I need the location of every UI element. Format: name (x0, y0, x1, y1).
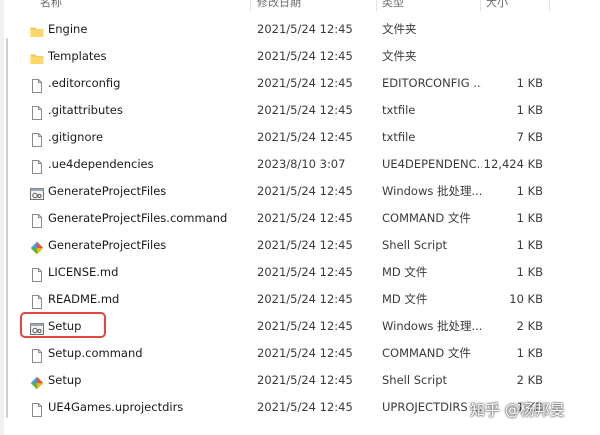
file-row[interactable]: Engine 2021/5/24 12:45 文件夹 (0, 16, 600, 43)
file-icon (30, 130, 44, 147)
file-row[interactable]: .editorconfig 2021/5/24 12:45 EDITORCONFIG… (0, 70, 600, 97)
column-header-name[interactable]: 名称 (40, 0, 62, 11)
file-name: UE4Games.uprojectdirs (48, 400, 184, 414)
file-type: Windows 批处理... (382, 184, 482, 198)
shell-script-icon (30, 373, 44, 390)
file-type: Shell Script (382, 238, 448, 252)
file-row[interactable]: LICENSE.md 2021/5/24 12:45 MD 文件 1 KB (0, 259, 600, 286)
file-row[interactable]: GenerateProjectFiles.command 2021/5/24 12… (0, 205, 600, 232)
file-size: 2 KB (516, 319, 543, 333)
folder-icon (30, 49, 44, 64)
file-size: 2 KB (516, 373, 543, 387)
file-type: MD 文件 (382, 265, 428, 279)
file-date-modified: 2021/5/24 12:45 (257, 292, 353, 306)
column-divider[interactable] (250, 0, 251, 11)
file-name: GenerateProjectFiles.command (48, 211, 228, 225)
file-date-modified: 2023/8/10 3:07 (257, 157, 346, 171)
shell-script-icon (30, 238, 44, 255)
file-icon (30, 103, 44, 120)
file-date-modified: 2021/5/24 12:45 (257, 238, 353, 252)
file-row[interactable]: GenerateProjectFiles 2021/5/24 12:45 Shell… (0, 232, 600, 259)
file-size: 1 KB (516, 184, 543, 198)
file-date-modified: 2021/5/24 12:45 (257, 22, 353, 36)
file-date-modified: 2021/5/24 12:45 (257, 211, 353, 225)
file-date-modified: 2021/5/24 12:45 (257, 130, 353, 144)
column-header-row: 名称 修改日期 类型 大小 (0, 0, 600, 11)
file-size: 1 KB (516, 265, 543, 279)
file-name: .gitattributes (48, 103, 123, 117)
file-row[interactable]: .ue4dependencies 2023/8/10 3:07 UE4DEPENDE… (0, 151, 600, 178)
file-name: .ue4dependencies (48, 157, 154, 171)
file-date-modified: 2021/5/24 12:45 (257, 184, 353, 198)
file-size (470, 16, 543, 43)
file-type: txtfile (382, 103, 416, 117)
file-name: .gitignore (48, 130, 104, 144)
file-type: UPROJECTDIRS ... (382, 400, 482, 414)
file-date-modified: 2021/5/24 12:45 (257, 265, 353, 279)
column-divider[interactable] (480, 0, 481, 11)
column-header-type[interactable]: 类型 (382, 0, 404, 11)
file-row[interactable]: .gitattributes 2021/5/24 12:45 txtfile 1 KB (0, 97, 600, 124)
file-type: COMMAND 文件 (382, 346, 471, 360)
file-size (470, 43, 543, 70)
file-name: Templates (48, 49, 107, 63)
file-row[interactable]: .gitignore 2021/5/24 12:45 txtfile 7 KB (0, 124, 600, 151)
file-row[interactable]: Setup 2021/5/24 12:45 Shell Script 2 KB (0, 367, 600, 394)
file-icon (30, 346, 44, 363)
file-name: GenerateProjectFiles (48, 184, 167, 198)
file-type: Windows 批处理... (382, 319, 482, 333)
file-row[interactable]: README.md 2021/5/24 12:45 MD 文件 10 KB (0, 286, 600, 313)
file-type: EDITORCONFIG ... (382, 76, 482, 90)
file-name: README.md (48, 292, 120, 306)
file-type: 文件夹 (382, 22, 417, 36)
file-row[interactable]: Setup.command 2021/5/24 12:45 COMMAND 文件 1 … (0, 340, 600, 367)
file-list: Engine 2021/5/24 12:45 文件夹 Templates 2021/5/… (0, 16, 600, 421)
column-header-date[interactable]: 修改日期 (257, 0, 301, 11)
file-name: GenerateProjectFiles (48, 238, 167, 252)
watermark: 知乎 @杨邦旻 (470, 401, 565, 419)
file-type: txtfile (382, 130, 416, 144)
file-name: .editorconfig (48, 76, 121, 90)
file-icon (30, 211, 44, 228)
file-icon (30, 400, 44, 417)
file-icon (30, 265, 44, 282)
file-date-modified: 2021/5/24 12:45 (257, 400, 353, 414)
file-date-modified: 2021/5/24 12:45 (257, 346, 353, 360)
file-row[interactable]: GenerateProjectFiles 2021/5/24 12:45 Windo… (0, 178, 600, 205)
column-header-size[interactable]: 大小 (486, 0, 508, 11)
file-explorer-window: 名称 修改日期 类型 大小 Engine 2021/5/24 12:45 文件夹 Te… (0, 0, 600, 435)
file-name: Setup (48, 373, 82, 387)
column-divider[interactable] (549, 0, 550, 11)
file-size: 10 KB (509, 292, 543, 306)
file-type: MD 文件 (382, 292, 428, 306)
file-icon (30, 76, 44, 93)
folder-icon (30, 22, 44, 37)
file-name: Engine (48, 22, 88, 36)
file-date-modified: 2021/5/24 12:45 (257, 373, 353, 387)
highlight-box (20, 312, 106, 338)
file-name: LICENSE.md (48, 265, 119, 279)
column-divider[interactable] (376, 0, 377, 11)
file-size: 1 KB (516, 238, 543, 252)
file-type: UE4DEPENDENC... (382, 157, 482, 171)
file-icon (30, 157, 44, 174)
file-type: Shell Script (382, 373, 448, 387)
file-name: Setup.command (48, 346, 143, 360)
file-size: 7 KB (516, 130, 543, 144)
file-size: 1 KB (516, 76, 543, 90)
file-date-modified: 2021/5/24 12:45 (257, 103, 353, 117)
file-icon (30, 292, 44, 309)
file-type: COMMAND 文件 (382, 211, 471, 225)
file-row[interactable]: Templates 2021/5/24 12:45 文件夹 (0, 43, 600, 70)
file-date-modified: 2021/5/24 12:45 (257, 49, 353, 63)
file-type: 文件夹 (382, 49, 417, 63)
file-size: 1 KB (516, 103, 543, 117)
batch-file-icon (30, 184, 44, 200)
file-size: 1 KB (516, 346, 543, 360)
file-date-modified: 2021/5/24 12:45 (257, 76, 353, 90)
file-size: 1 KB (516, 211, 543, 225)
file-size: 12,424 KB (483, 157, 543, 171)
file-date-modified: 2021/5/24 12:45 (257, 319, 353, 333)
